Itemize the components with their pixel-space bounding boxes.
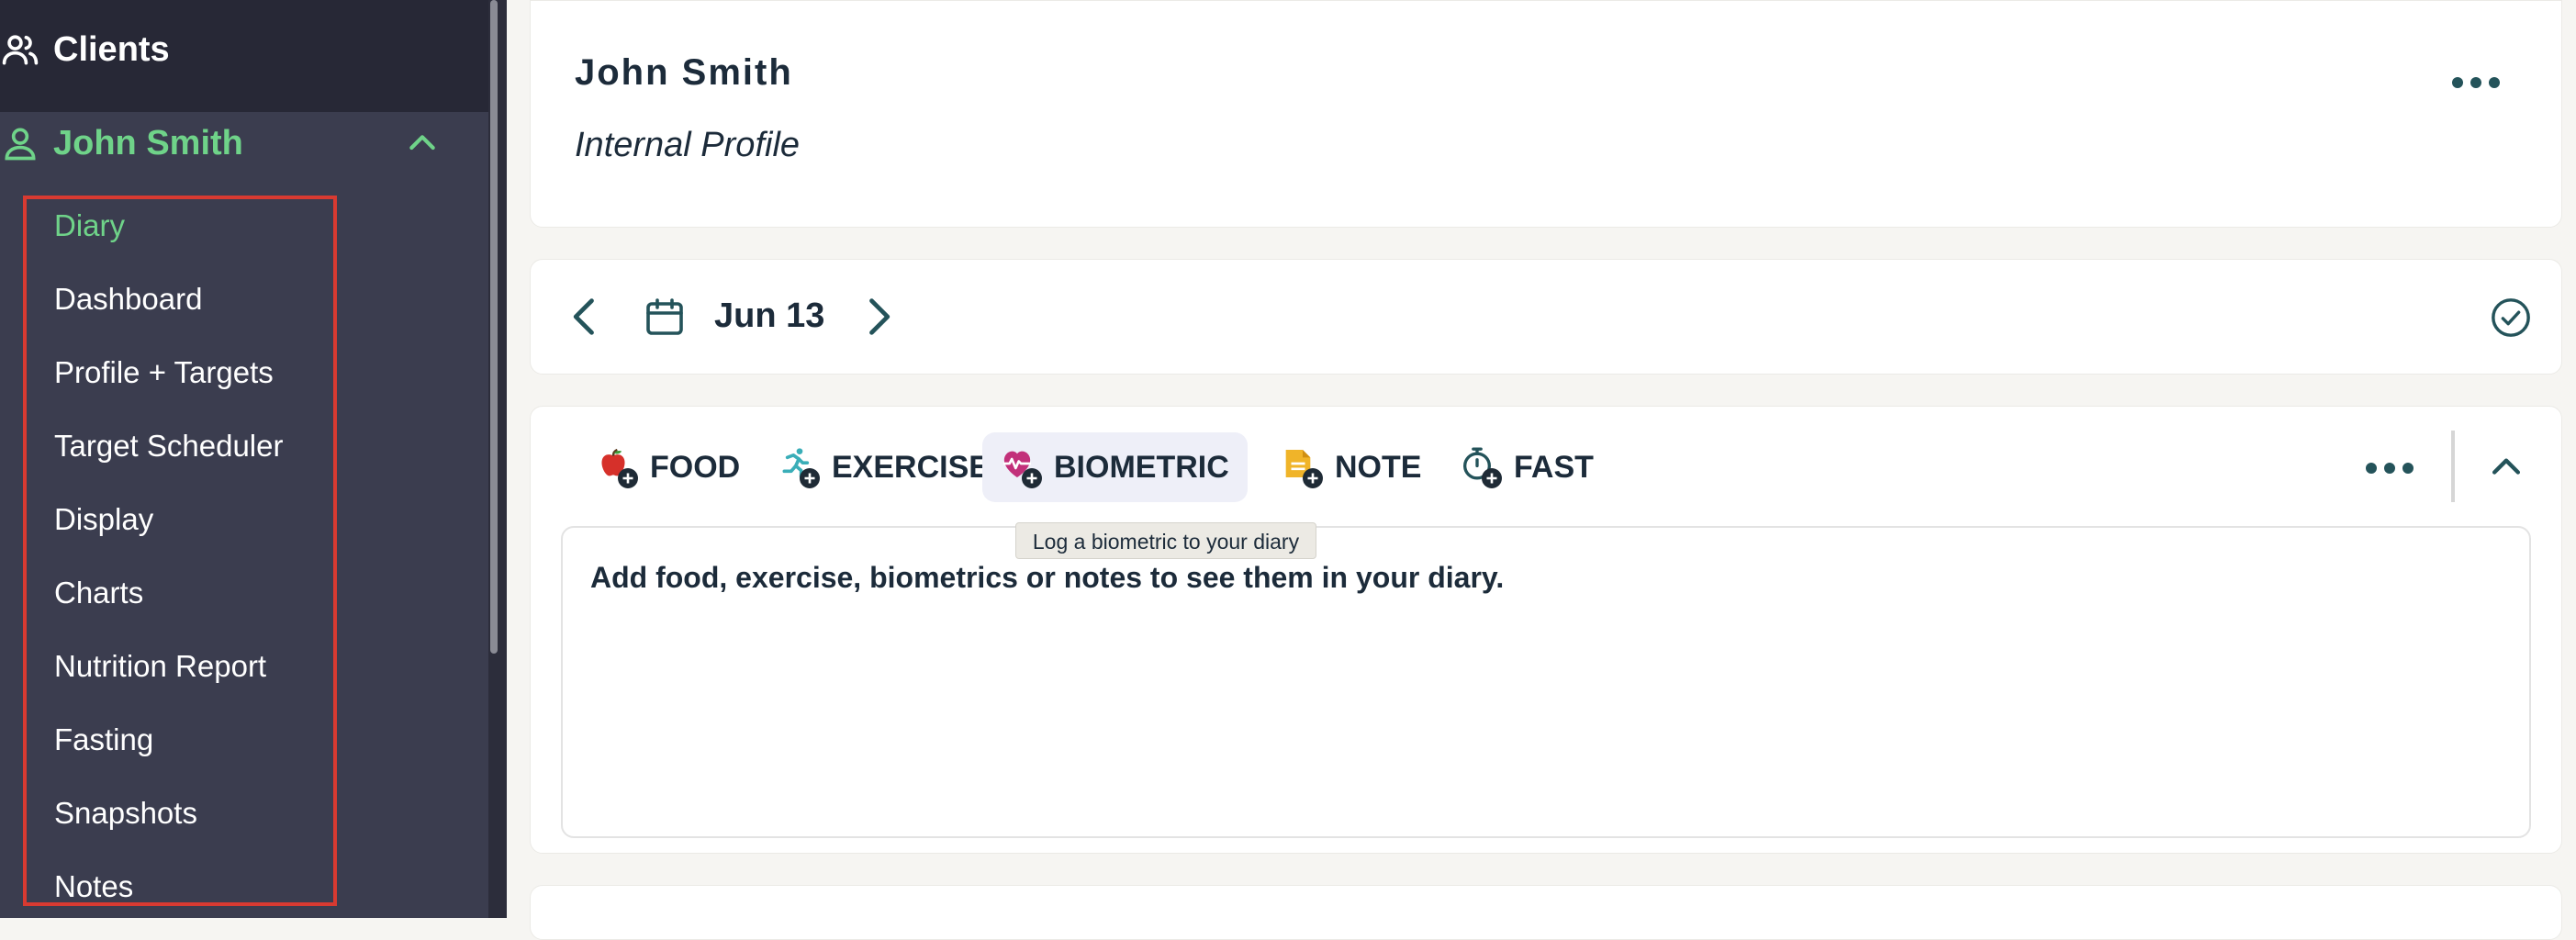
empty-diary-message: Add food, exercise, biometrics or notes …: [590, 561, 1505, 594]
biometric-tooltip: Log a biometric to your diary: [1015, 522, 1316, 559]
chevron-left-icon[interactable]: [562, 293, 610, 341]
chevron-up-icon[interactable]: [404, 125, 441, 162]
chevron-right-icon[interactable]: [854, 293, 902, 341]
sidebar-scroll-thumb[interactable]: [490, 0, 498, 654]
nav-item-snapshots[interactable]: Snapshots: [54, 788, 197, 839]
nav-item-nutrition-report[interactable]: Nutrition Report: [54, 641, 266, 692]
diary-more-icon[interactable]: [2366, 463, 2414, 474]
nav-item-target-scheduler[interactable]: Target Scheduler: [54, 420, 283, 472]
runner-plus-icon: [777, 445, 821, 489]
clients-link[interactable]: Clients: [0, 24, 170, 75]
tab-food[interactable]: FOOD: [578, 432, 758, 502]
calendar-icon[interactable]: [643, 295, 687, 339]
chevron-up-icon[interactable]: [2486, 447, 2526, 487]
profile-more-icon[interactable]: [2452, 77, 2500, 88]
client-name: John Smith: [53, 123, 243, 162]
next-card: [530, 885, 2562, 940]
stopwatch-plus-icon: [1459, 445, 1503, 489]
diary-card: FOOD EXERCISE BIOMETRIC NOTE FAST Add fo…: [530, 406, 2562, 854]
tab-biometric-label: BIOMETRIC: [1054, 449, 1229, 485]
apple-plus-icon: [595, 445, 639, 489]
nav-item-charts[interactable]: Charts: [54, 567, 143, 619]
users-icon: [2, 35, 39, 65]
sidebar-header: Clients: [0, 0, 488, 112]
nav-item-dashboard[interactable]: Dashboard: [54, 274, 202, 325]
diary-entries-area: Add food, exercise, biometrics or notes …: [561, 526, 2531, 838]
current-date[interactable]: Jun 13: [714, 297, 824, 336]
tab-exercise[interactable]: EXERCISE: [760, 432, 1008, 502]
tab-biometric[interactable]: BIOMETRIC: [982, 432, 1248, 502]
toolbar-divider: [2451, 431, 2455, 502]
nav-item-notes[interactable]: Notes: [54, 861, 133, 912]
tab-note-label: NOTE: [1335, 449, 1422, 485]
profile-name: John Smith: [575, 52, 793, 93]
tab-fast-label: FAST: [1514, 449, 1594, 485]
tab-exercise-label: EXERCISE: [832, 449, 990, 485]
heart-pulse-plus-icon: [999, 445, 1043, 489]
note-plus-icon: [1280, 445, 1324, 489]
profile-card: John Smith Internal Profile: [530, 0, 2562, 228]
nav-item-fasting[interactable]: Fasting: [54, 714, 153, 766]
profile-subtitle: Internal Profile: [575, 126, 801, 164]
tab-note[interactable]: NOTE: [1263, 432, 1439, 502]
tab-food-label: FOOD: [650, 449, 741, 485]
date-nav-card: Jun 13: [530, 259, 2562, 375]
sidebar: Clients John Smith Diary Dashboard Profi…: [0, 0, 507, 918]
clients-label: Clients: [53, 29, 170, 69]
check-circle-icon[interactable]: [2490, 297, 2532, 339]
nav-item-profile-targets[interactable]: Profile + Targets: [54, 347, 274, 398]
user-icon: [5, 128, 36, 161]
nav-item-diary[interactable]: Diary: [54, 200, 125, 252]
nav-item-display[interactable]: Display: [54, 494, 153, 545]
tab-fast[interactable]: FAST: [1442, 432, 1612, 502]
client-toggle[interactable]: John Smith: [0, 118, 459, 169]
